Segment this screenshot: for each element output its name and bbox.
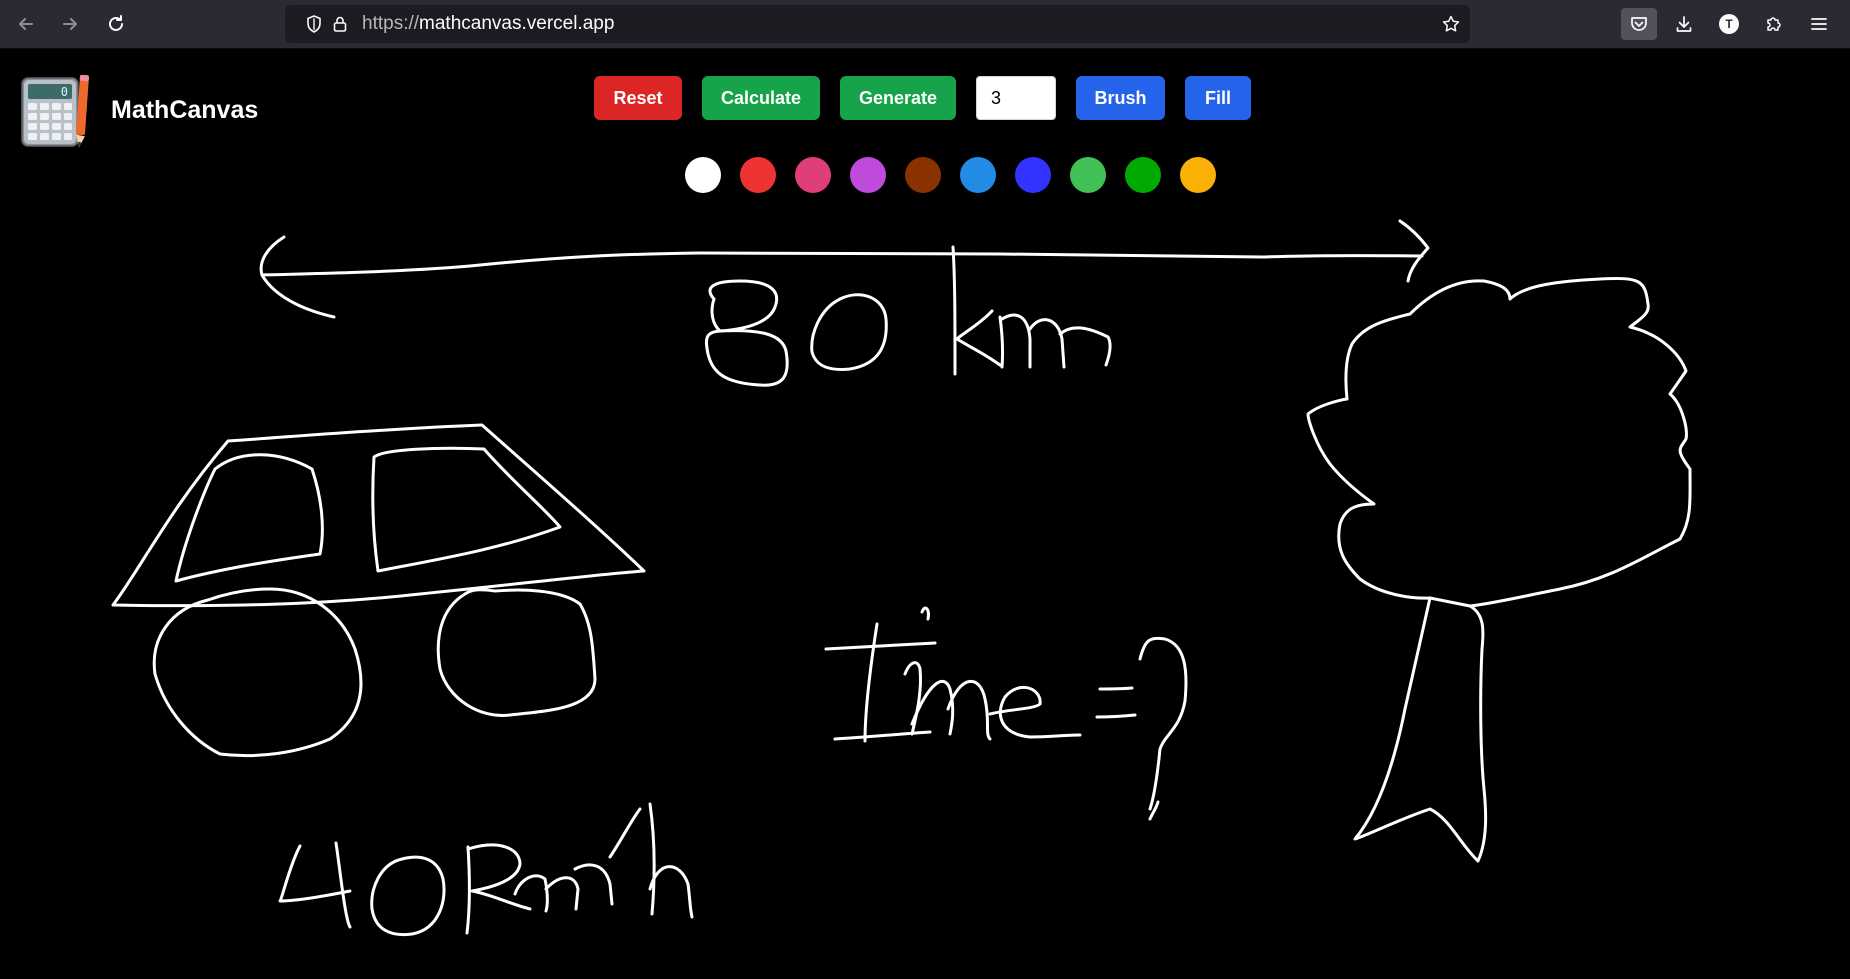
fill-button[interactable]: Fill [1185, 76, 1251, 120]
download-icon [1676, 16, 1692, 32]
handwritten-time-question [824, 606, 1188, 821]
arrow-right-icon [63, 18, 77, 30]
url-bar[interactable]: https://mathcanvas.vercel.app [285, 5, 1470, 43]
browser-toolbar: https://mathcanvas.vercel.app T [0, 0, 1850, 49]
app-container: 0 MathCanvas Reset Calculate Generate Br… [0, 49, 1850, 979]
color-swatch-sky-blue[interactable] [960, 157, 996, 193]
url-text[interactable]: https://mathcanvas.vercel.app [362, 5, 614, 43]
app-title: MathCanvas [111, 96, 259, 124]
calculate-button[interactable]: Calculate [702, 76, 820, 120]
lock-icon[interactable] [330, 14, 350, 34]
account-button[interactable]: T [1711, 8, 1747, 40]
reload-button[interactable] [100, 8, 132, 40]
reload-icon [109, 15, 123, 31]
color-swatch-blue[interactable] [1015, 157, 1051, 193]
extensions-button[interactable] [1756, 8, 1792, 40]
car-drawing [111, 423, 646, 758]
url-host: mathcanvas.vercel.app [419, 13, 615, 34]
star-icon[interactable] [1441, 14, 1461, 34]
color-swatch-orange[interactable] [1180, 157, 1216, 193]
brush-size-input[interactable] [976, 76, 1056, 120]
brush-button[interactable]: Brush [1076, 76, 1165, 120]
back-button[interactable] [10, 8, 42, 40]
logo-display-digit: 0 [61, 85, 68, 99]
color-swatch-white[interactable] [685, 157, 721, 193]
account-avatar: T [1719, 14, 1739, 34]
forward-button[interactable] [54, 8, 86, 40]
reset-button[interactable]: Reset [594, 76, 682, 120]
hamburger-menu-icon [1811, 18, 1827, 30]
color-swatch-pink[interactable] [795, 157, 831, 193]
menu-button[interactable] [1801, 8, 1837, 40]
color-swatch-purple[interactable] [850, 157, 886, 193]
color-swatch-green[interactable] [1125, 157, 1161, 193]
color-swatch-red[interactable] [740, 157, 776, 193]
shield-icon[interactable] [304, 14, 324, 34]
color-swatch-brown[interactable] [905, 157, 941, 193]
distance-arrow-drawing [259, 219, 1430, 319]
tree-drawing [1306, 277, 1692, 863]
puzzle-icon [1767, 17, 1781, 31]
color-swatch-black[interactable] [630, 157, 666, 193]
arrow-left-icon [19, 18, 33, 30]
pocket-button[interactable] [1621, 8, 1657, 40]
handwritten-80km [705, 245, 1112, 387]
pocket-icon [1631, 17, 1647, 31]
handwritten-40km-h [278, 802, 694, 937]
url-scheme: https:// [362, 13, 420, 34]
downloads-button[interactable] [1666, 8, 1702, 40]
color-swatch-light-green[interactable] [1070, 157, 1106, 193]
calculator-logo-icon: 0 [21, 74, 89, 148]
generate-button[interactable]: Generate [840, 76, 956, 120]
